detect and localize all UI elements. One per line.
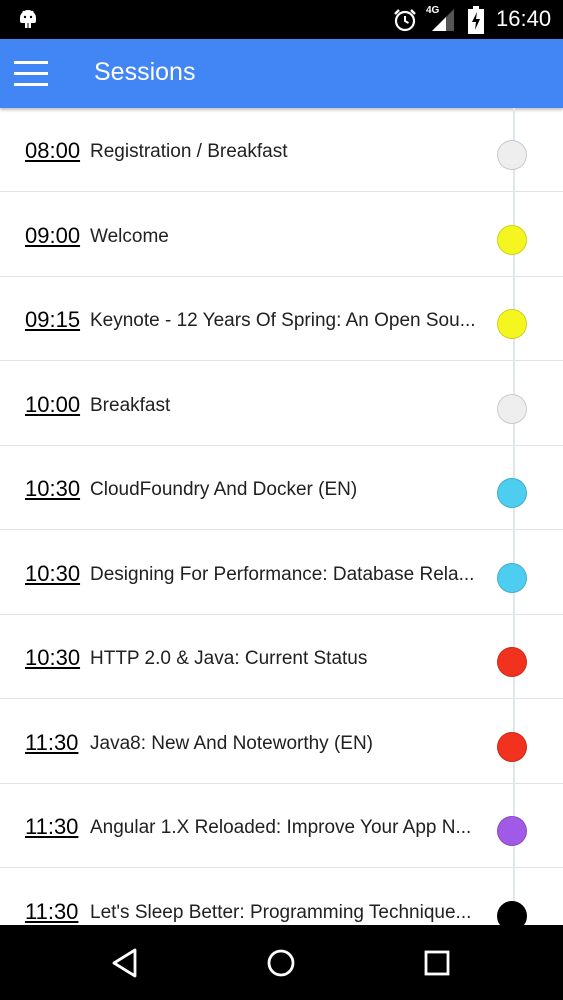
session-time: 11:30 — [25, 729, 79, 755]
track-color-dot — [497, 393, 527, 424]
session-time: 10:30 — [25, 476, 81, 501]
track-color-dot — [497, 647, 527, 677]
session-title: Angular 1.X Reloaded: Improve Your App N… — [90, 817, 472, 838]
session-row[interactable]: 09:15 Keynote - 12 Years Of Spring: An Op… — [0, 277, 563, 361]
status-time: 16:40 — [496, 6, 552, 31]
session-row[interactable]: 10:30 Designing For Performance: Database… — [0, 531, 563, 615]
session-time: 08:00 — [25, 138, 81, 163]
session-time: 11:30 — [25, 814, 79, 839]
session-time: 09:00 — [25, 222, 81, 248]
track-color-dot — [497, 731, 527, 762]
back-icon[interactable] — [107, 945, 143, 981]
session-title: HTTP 2.0 & Java: Current Status — [90, 648, 368, 669]
session-title: Designing For Performance: Database Rela… — [90, 563, 475, 585]
track-color-dot — [497, 562, 527, 593]
session-time: 11:30 — [25, 898, 79, 924]
session-row[interactable]: 11:30 Let's Sleep Better: Programming Tec… — [0, 869, 563, 925]
session-list[interactable]: 08:00 Registration / Breakfast 09:00 Welcom… — [0, 108, 563, 925]
session-row[interactable]: 11:30 Java8: New And Noteworthy (EN) — [0, 700, 563, 784]
navigation-bar — [0, 925, 563, 1000]
session-row[interactable]: 10:00 Breakfast — [0, 362, 563, 446]
status-bar: 4G 16:40 — [0, 0, 563, 39]
session-row[interactable]: 09:00 Welcome — [0, 193, 563, 277]
track-color-dot — [497, 816, 527, 846]
session-title: Java8: New And Noteworthy (EN) — [90, 732, 374, 754]
session-title: Registration / Breakfast — [90, 141, 288, 162]
session-time: 10:30 — [25, 645, 81, 670]
track-color-dot — [497, 224, 527, 255]
track-color-dot — [497, 140, 527, 170]
app-bar: Sessions — [0, 39, 563, 108]
battery-charging-icon — [468, 6, 484, 34]
session-row[interactable]: 11:30 Angular 1.X Reloaded: Improve Your … — [0, 784, 563, 868]
track-color-dot — [497, 478, 527, 508]
session-row[interactable]: 08:00 Registration / Breakfast — [0, 108, 563, 192]
recents-icon[interactable] — [419, 945, 455, 981]
session-row[interactable]: 10:30 CloudFoundry And Docker (EN) — [0, 446, 563, 530]
session-title: CloudFoundry And Docker (EN) — [90, 479, 358, 500]
page-title: Sessions — [94, 58, 196, 86]
android-icon — [20, 10, 36, 28]
menu-icon[interactable] — [14, 61, 48, 87]
session-title: Keynote - 12 Years Of Spring: An Open So… — [90, 310, 476, 331]
session-time: 09:15 — [25, 307, 81, 332]
session-time: 10:00 — [25, 391, 81, 417]
session-title: Let's Sleep Better: Programming Techniqu… — [90, 901, 472, 923]
session-title: Breakfast — [90, 394, 171, 416]
track-color-dot — [497, 900, 527, 925]
signal-icon — [432, 9, 454, 31]
alarm-icon — [394, 9, 416, 32]
session-title: Welcome — [90, 225, 169, 247]
track-color-dot — [497, 309, 527, 339]
home-icon[interactable] — [263, 945, 299, 981]
session-time: 10:30 — [25, 560, 81, 586]
session-row[interactable]: 10:30 HTTP 2.0 & Java: Current Status — [0, 615, 563, 699]
